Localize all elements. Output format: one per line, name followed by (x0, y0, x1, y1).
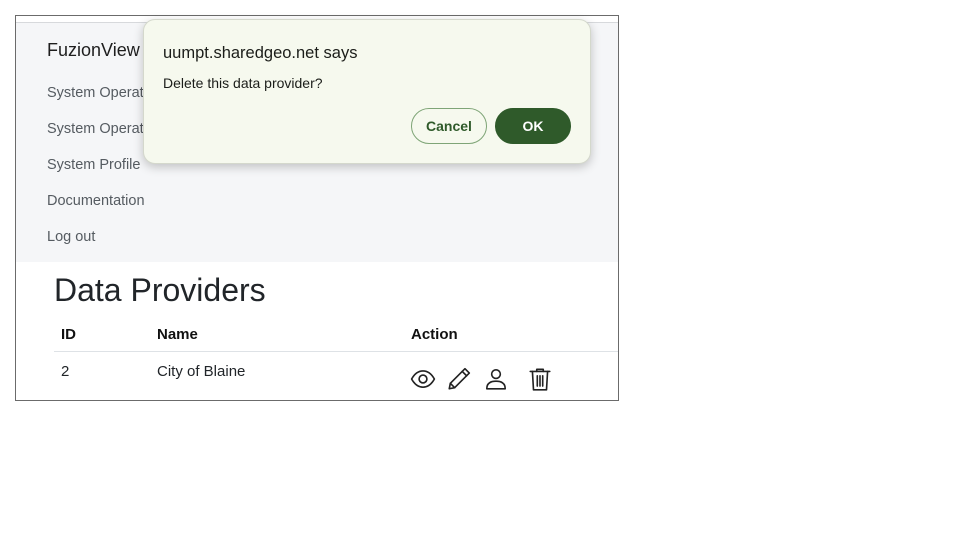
nav-link-log-out[interactable]: Log out (47, 229, 95, 245)
eye-icon[interactable] (410, 366, 436, 392)
dialog-title: uumpt.sharedgeo.net says (163, 44, 358, 62)
page-title: Data Providers (54, 272, 266, 308)
nav-link-documentation[interactable]: Documentation (47, 193, 145, 209)
nav-link-system-profile[interactable]: System Profile (47, 157, 140, 173)
cancel-button[interactable]: Cancel (411, 108, 487, 144)
dialog-message: Delete this data provider? (163, 75, 323, 91)
nav-link-system-operations-2[interactable]: System Operat (47, 121, 144, 137)
user-icon[interactable] (483, 366, 509, 392)
column-header-id: ID (61, 326, 76, 343)
column-header-name: Name (157, 326, 198, 343)
ok-button[interactable]: OK (495, 108, 571, 144)
brand-link[interactable]: FuzionView A (47, 40, 156, 61)
column-header-action: Action (411, 326, 458, 343)
nav-link-system-operations-1[interactable]: System Operat (47, 85, 144, 101)
cell-name: City of Blaine (157, 363, 246, 380)
confirm-dialog: uumpt.sharedgeo.net says Delete this dat… (143, 19, 591, 164)
pencil-icon[interactable] (446, 366, 472, 392)
table-header-divider (54, 351, 618, 352)
trash-icon[interactable] (527, 366, 553, 392)
cell-id: 2 (61, 363, 70, 380)
